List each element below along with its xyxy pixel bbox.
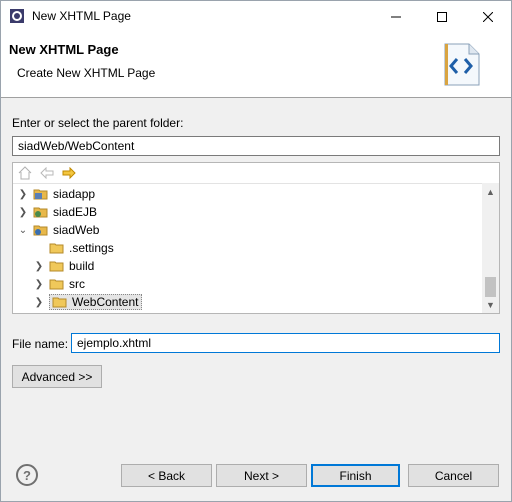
tree-item-webcontent[interactable]: ❯ WebContent — [33, 293, 142, 311]
home-button[interactable] — [17, 165, 33, 181]
back-nav-button[interactable] — [39, 165, 55, 181]
banner-description: Create New XHTML Page — [17, 66, 156, 80]
help-icon: ? — [23, 467, 31, 483]
next-button[interactable]: Next > — [216, 464, 307, 487]
forward-arrow-icon — [62, 167, 76, 179]
back-button[interactable]: < Back — [121, 464, 212, 487]
home-icon — [18, 166, 32, 180]
tree-item-label: src — [69, 277, 85, 291]
window-title: New XHTML Page — [32, 9, 131, 23]
tree-item-siadejb[interactable]: ❯ siadEJB — [17, 203, 97, 221]
banner-title: New XHTML Page — [9, 42, 119, 57]
finish-button[interactable]: Finish — [311, 464, 400, 487]
tree-item-src[interactable]: ❯ src — [33, 275, 85, 293]
folder-icon — [49, 279, 64, 290]
forward-nav-button[interactable] — [61, 165, 77, 181]
chevron-right-icon[interactable]: ❯ — [17, 189, 29, 200]
tree-scrollbar[interactable]: ▲ ▼ — [482, 183, 499, 313]
scroll-down-button[interactable]: ▼ — [482, 296, 499, 313]
minimize-icon — [391, 16, 401, 17]
selected-item[interactable]: WebContent — [49, 294, 142, 310]
file-name-label: File name: — [12, 337, 69, 351]
tree-item-label: siadapp — [53, 187, 96, 201]
chevron-right-icon[interactable]: ❯ — [17, 207, 29, 218]
chevron-right-icon[interactable]: ❯ — [33, 297, 45, 308]
tree-item-label: .settings — [69, 241, 114, 255]
tree-item-label: siadEJB — [53, 205, 98, 219]
scroll-up-button[interactable]: ▲ — [482, 183, 499, 200]
maximize-icon — [437, 11, 447, 22]
ejb-project-icon — [33, 207, 48, 218]
tree-item-label: siadWeb — [53, 223, 100, 237]
close-icon — [483, 11, 493, 22]
folder-icon — [49, 261, 64, 272]
back-arrow-icon — [40, 167, 54, 179]
file-name-input[interactable]: ejemplo.xhtml — [71, 333, 500, 353]
close-button[interactable] — [465, 1, 511, 32]
tree-item-label: WebContent — [72, 295, 139, 309]
cancel-button[interactable]: Cancel — [408, 464, 499, 487]
maximize-button[interactable] — [419, 1, 465, 32]
chevron-down-icon[interactable]: ⌄ — [17, 225, 29, 236]
chevron-right-icon[interactable]: ❯ — [33, 261, 45, 272]
help-button[interactable]: ? — [16, 464, 38, 486]
folder-icon — [49, 243, 64, 254]
minimize-button[interactable] — [373, 1, 419, 32]
chevron-right-icon[interactable]: ❯ — [33, 279, 45, 290]
wizard-banner: New XHTML Page Create New XHTML Page — [1, 32, 511, 98]
parent-folder-input[interactable]: siadWeb/WebContent — [12, 136, 500, 156]
title-bar[interactable]: New XHTML Page — [1, 1, 511, 32]
new-xhtml-page-dialog: New XHTML Page New XHTML Page Create New… — [0, 0, 512, 502]
parent-folder-label: Enter or select the parent folder: — [12, 116, 184, 130]
project-icon — [33, 189, 48, 200]
web-project-icon — [33, 225, 48, 236]
tree-toolbar — [13, 163, 483, 184]
xhtml-file-icon — [444, 43, 480, 86]
scroll-thumb[interactable] — [485, 277, 496, 297]
tree-item-label: build — [69, 259, 95, 273]
advanced-button[interactable]: Advanced >> — [12, 365, 102, 388]
tree-item-settings[interactable]: .settings — [33, 239, 114, 257]
eclipse-app-icon — [10, 9, 24, 23]
tree-item-build[interactable]: ❯ build — [33, 257, 95, 275]
tree-item-siadapp[interactable]: ❯ siadapp — [17, 185, 95, 203]
folder-tree[interactable]: ❯ siadapp ❯ siadEJB ⌄ siadWeb .settings … — [12, 162, 500, 314]
tree-item-siadweb[interactable]: ⌄ siadWeb — [17, 221, 100, 239]
folder-icon — [52, 297, 67, 308]
